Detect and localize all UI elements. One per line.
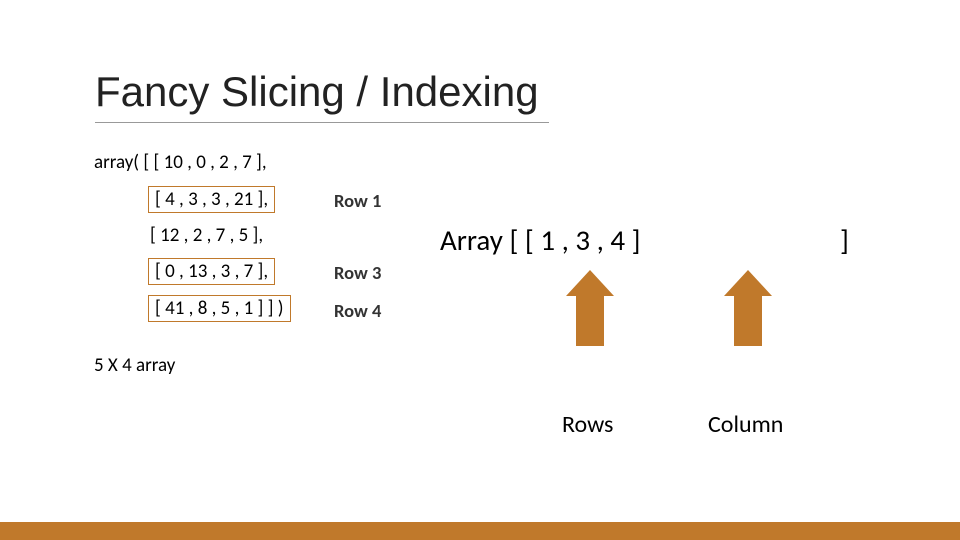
footer-bar (0, 522, 960, 540)
array-shape-caption: 5 X 4 array (94, 354, 175, 377)
column-label: Column (708, 410, 783, 439)
array-row-2: [ 12 , 2 , 7 , 5 ], (150, 224, 263, 247)
array-open-literal: array( [ [ 10 , 0 , 2 , 7 ], (94, 151, 267, 174)
arrow-up-icon (566, 270, 614, 346)
fancy-index-expression: Array [ [ 1 , 3 , 4 ] (440, 222, 641, 258)
row-label-3: Row 3 (334, 261, 381, 284)
array-row-4: [ 41 , 8 , 5 , 1 ] ] ) (148, 295, 291, 322)
array-row-3: [ 0 , 13 , 3 , 7 ], (148, 258, 275, 285)
slide-title: Fancy Slicing / Indexing (95, 68, 549, 123)
array-row-1: [ 4 , 3 , 3 , 21 ], (148, 186, 275, 213)
row-label-4: Row 4 (334, 299, 381, 322)
fancy-index-expression-close: ] (840, 222, 849, 258)
arrow-up-icon (724, 270, 772, 346)
rows-label: Rows (562, 410, 613, 439)
row-label-1: Row 1 (334, 189, 381, 212)
